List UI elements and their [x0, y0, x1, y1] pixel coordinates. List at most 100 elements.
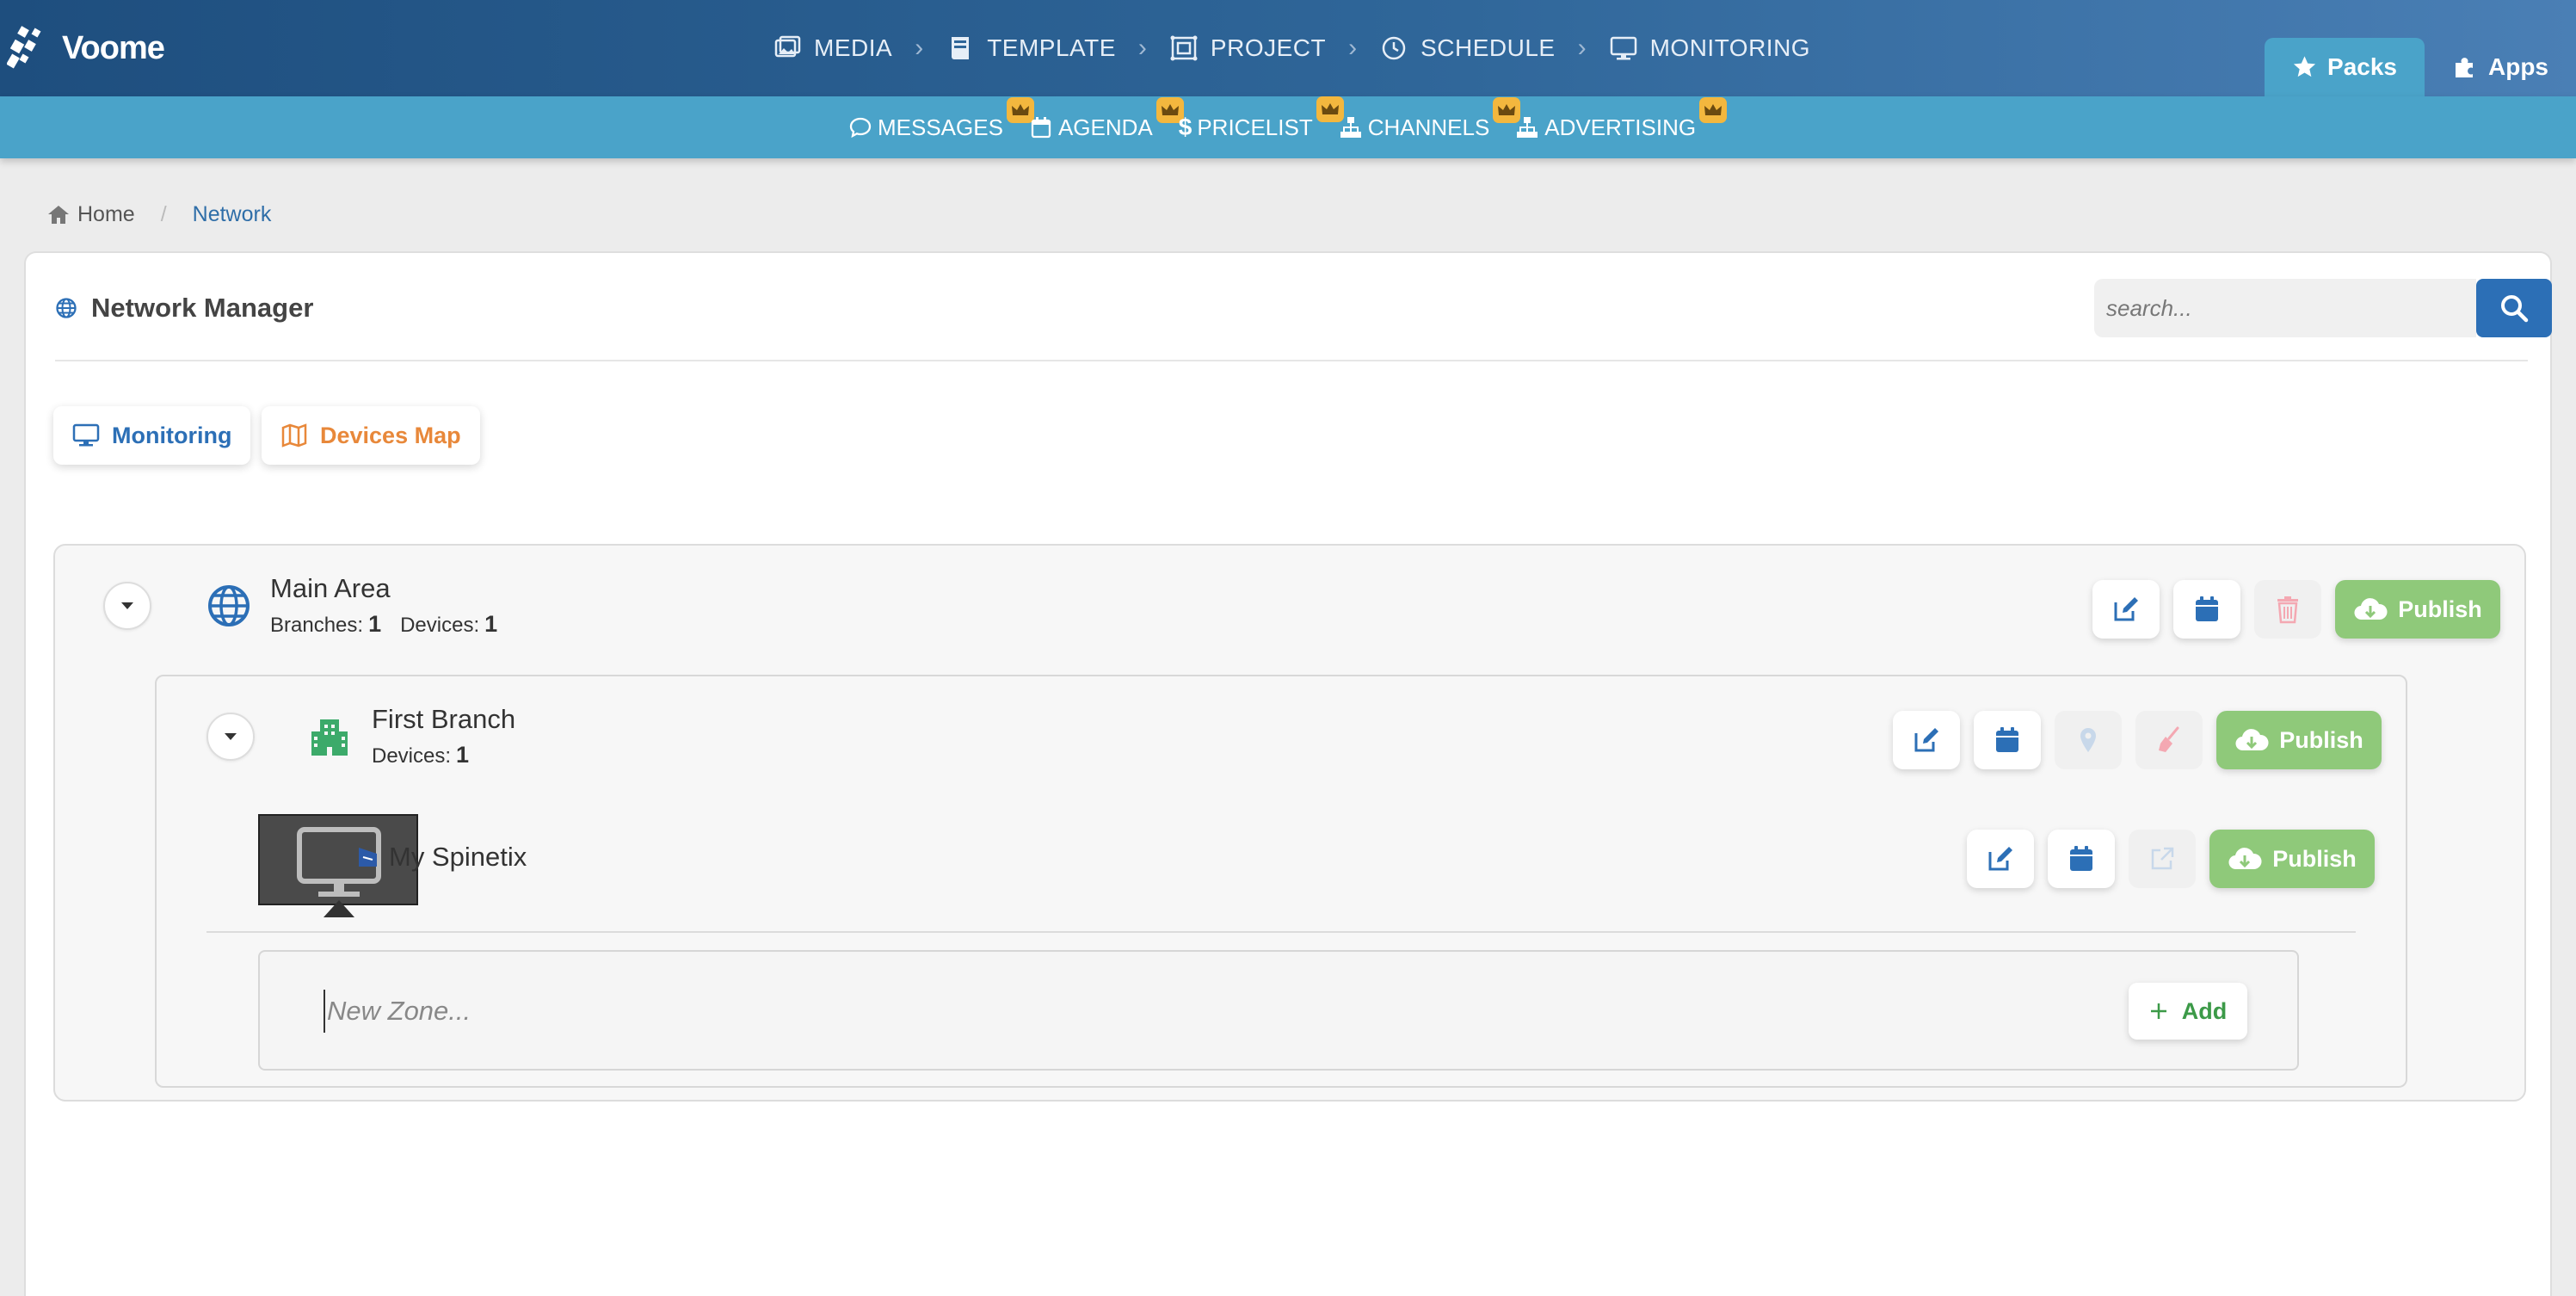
- subnav-pricelist[interactable]: $ PRICELIST: [1178, 96, 1344, 141]
- main-nav: MEDIA › TEMPLATE › PROJECT › SCHEDULE › …: [773, 26, 1810, 71]
- subnav-messages-label: MESSAGES: [878, 114, 1003, 140]
- device-publish-button[interactable]: Publish: [2209, 830, 2375, 888]
- branch-clean-button[interactable]: [2135, 711, 2203, 769]
- nav-project[interactable]: PROJECT: [1169, 34, 1326, 63]
- comment-icon: [849, 117, 872, 139]
- device-schedule-button[interactable]: [2048, 830, 2115, 888]
- new-zone-form: Add: [258, 950, 2299, 1071]
- nav-media[interactable]: MEDIA: [773, 34, 892, 63]
- subnav-agenda-label: AGENDA: [1057, 114, 1153, 140]
- device-open-external-button[interactable]: [2129, 830, 2196, 888]
- branch-schedule-button[interactable]: [1974, 711, 2041, 769]
- subnav-agenda[interactable]: AGENDA: [1029, 96, 1184, 141]
- app-logo[interactable]: Voome: [7, 24, 165, 72]
- nav-template[interactable]: TEMPLATE: [946, 34, 1116, 63]
- branch-location-button[interactable]: [2055, 711, 2122, 769]
- cloud-download-icon: [2228, 848, 2262, 870]
- nav-schedule-label: SCHEDULE: [1420, 34, 1556, 61]
- subnav-channels-label: CHANNELS: [1367, 114, 1490, 140]
- breadcrumb-home[interactable]: Home: [46, 202, 135, 227]
- nav-chevron-icon: ›: [1348, 34, 1358, 62]
- map-icon: [281, 423, 307, 447]
- branch-divider: [206, 931, 2356, 933]
- breadcrumb: Home / Network: [46, 200, 271, 229]
- edit-icon: [2114, 597, 2138, 621]
- area-name: Main Area: [270, 573, 391, 603]
- device-actions: Publish: [1967, 830, 2375, 888]
- thumbnail-caret-icon: [324, 900, 354, 917]
- area-actions: Publish: [2092, 580, 2500, 639]
- search-box: [2094, 279, 2552, 337]
- add-zone-label: Add: [2181, 997, 2228, 1024]
- subnav-messages[interactable]: MESSAGES: [848, 96, 1034, 141]
- area-meta: Branches: 1 Devices: 1: [270, 611, 497, 638]
- tab-packs[interactable]: Packs: [2265, 38, 2425, 96]
- branch-publish-label: Publish: [2279, 726, 2363, 753]
- search-icon: [2501, 295, 2529, 323]
- branch-actions: Publish: [1893, 711, 2382, 769]
- globe-icon: [208, 585, 250, 626]
- add-zone-button[interactable]: Add: [2129, 983, 2247, 1040]
- monitoring-button-label: Monitoring: [112, 422, 232, 448]
- spinetix-player-icon: [359, 848, 377, 867]
- external-link-icon: [2151, 847, 2174, 870]
- area-collapse-toggle[interactable]: [103, 582, 151, 630]
- area-branches-label: Branches:: [270, 614, 364, 637]
- area-schedule-button[interactable]: [2173, 580, 2240, 639]
- branch-devices: Devices: 1: [372, 742, 469, 768]
- page-title-text: Network Manager: [91, 293, 314, 323]
- monitoring-button[interactable]: Monitoring: [53, 406, 251, 465]
- tab-apps[interactable]: Apps: [2425, 38, 2576, 96]
- area-publish-button[interactable]: Publish: [2335, 580, 2500, 639]
- devices-map-button[interactable]: Devices Map: [262, 406, 480, 465]
- project-icon: [1170, 35, 1198, 61]
- subnav-channels[interactable]: CHANNELS: [1339, 96, 1521, 141]
- breadcrumb-separator: /: [160, 201, 167, 226]
- tab-packs-label: Packs: [2327, 53, 2397, 80]
- map-marker-icon: [2080, 728, 2096, 752]
- area-edit-button[interactable]: [2092, 580, 2160, 639]
- calendar-icon: [2070, 846, 2092, 871]
- nav-media-label: MEDIA: [814, 34, 893, 61]
- area-branches-count: 1: [368, 611, 382, 637]
- nav-chevron-icon: ›: [915, 34, 924, 62]
- desktop-icon: [1610, 36, 1636, 60]
- voome-logo-icon: [7, 26, 41, 69]
- area-devices-label: Devices:: [400, 614, 480, 637]
- branch-devices-label: Devices:: [372, 744, 452, 768]
- search-button[interactable]: [2476, 279, 2552, 337]
- caret-down-icon: [121, 602, 133, 609]
- breadcrumb-current[interactable]: Network: [193, 202, 272, 227]
- nav-schedule[interactable]: SCHEDULE: [1379, 34, 1555, 63]
- plus-icon: [2150, 1003, 2166, 1019]
- top-navbar: Voome MEDIA › TEMPLATE › PROJECT › SCHED…: [0, 0, 2576, 96]
- sub-navbar: MESSAGES AGENDA $ PRICELIST CHANNELS ADV…: [0, 96, 2576, 158]
- area-delete-button[interactable]: [2254, 580, 2321, 639]
- branch-publish-button[interactable]: Publish: [2216, 711, 2382, 769]
- branch-name: First Branch: [372, 704, 516, 734]
- new-zone-input[interactable]: [324, 990, 1872, 1033]
- subnav-advertising-label: ADVERTISING: [1544, 114, 1697, 140]
- logo-text: Voome: [62, 29, 165, 66]
- nav-template-label: TEMPLATE: [987, 34, 1116, 61]
- nav-chevron-icon: ›: [1577, 34, 1587, 62]
- nav-monitoring[interactable]: MONITORING: [1609, 34, 1810, 63]
- branch-card: First Branch Devices: 1 Publish My Spine…: [155, 675, 2407, 1088]
- area-devices: Devices: 1: [400, 611, 497, 638]
- premium-crown-icon: [1699, 96, 1728, 123]
- subnav-advertising[interactable]: ADVERTISING: [1515, 96, 1728, 141]
- puzzle-icon: [2456, 58, 2473, 77]
- branch-edit-button[interactable]: [1893, 711, 1960, 769]
- search-input[interactable]: [2094, 279, 2476, 337]
- title-divider: [55, 360, 2528, 361]
- area-publish-label: Publish: [2398, 596, 2482, 622]
- device-edit-button[interactable]: [1967, 830, 2034, 888]
- dollar-icon: $: [1178, 114, 1192, 140]
- globe-icon: [56, 298, 77, 318]
- caret-down-icon: [225, 733, 237, 740]
- sitemap-icon: [1340, 117, 1361, 138]
- edit-icon: [1914, 728, 1938, 752]
- broom-icon: [2159, 726, 2179, 752]
- book-icon: [952, 37, 970, 59]
- branch-collapse-toggle[interactable]: [206, 713, 255, 761]
